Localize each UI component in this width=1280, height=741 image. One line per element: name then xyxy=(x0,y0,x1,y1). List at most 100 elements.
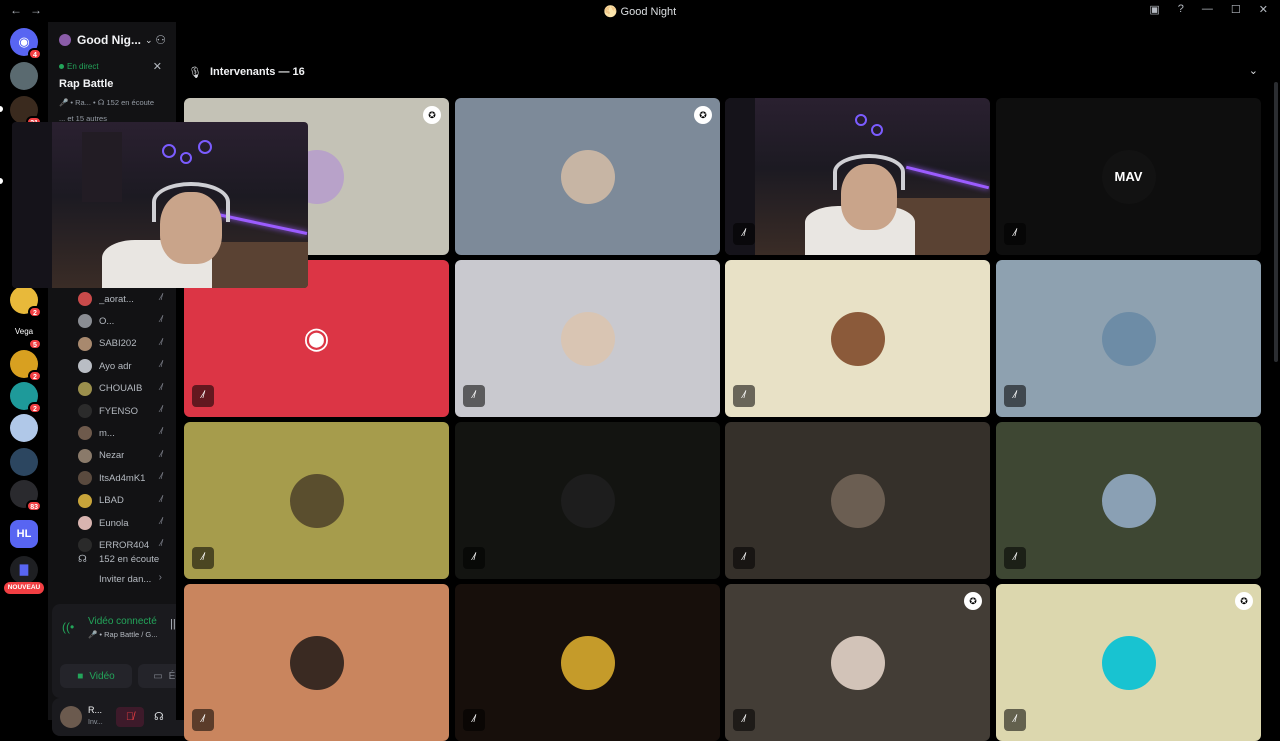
speaker-tile[interactable]: ✪ ⁄̸ xyxy=(725,584,990,741)
mic-muted-icon: ⁄̸ xyxy=(463,709,485,731)
speaker-tile[interactable]: ⁄̸ xyxy=(996,260,1261,417)
dm-avatar[interactable] xyxy=(10,62,38,90)
avatar xyxy=(289,473,344,528)
speaker-tile[interactable]: ⁄̸ xyxy=(455,422,720,579)
avatar xyxy=(78,426,92,441)
mic-muted-icon: ⁄̸ xyxy=(160,381,162,392)
video-button[interactable]: ■ Vidéo xyxy=(60,664,132,688)
avatar-text: MAV xyxy=(1114,168,1143,184)
hl-server-icon[interactable]: HL xyxy=(10,520,38,548)
member-row[interactable]: Ayo adr ⁄̸ xyxy=(78,357,172,375)
new-badge: NOUVEAU xyxy=(4,582,44,594)
voice-status-title[interactable]: Vidéo connecté xyxy=(88,616,157,627)
server-icon[interactable] xyxy=(10,448,38,476)
inbox-icon[interactable]: ▣ xyxy=(1149,3,1159,16)
member-row[interactable]: Nezar ⁄̸ xyxy=(78,447,172,465)
chevron-down-icon[interactable]: ⌄ xyxy=(1249,64,1258,77)
member-row[interactable]: CHOUAIB ⁄̸ xyxy=(78,380,172,398)
mic-muted-icon: ⁄̸ xyxy=(160,426,162,437)
username: R... xyxy=(88,705,103,715)
speaker-tile[interactable]: ✪ xyxy=(455,98,720,255)
member-row[interactable]: _aorat... ⁄̸ xyxy=(78,290,172,308)
avatar xyxy=(78,336,92,351)
headphones-icon[interactable]: ☊ xyxy=(154,707,164,727)
server-icon[interactable] xyxy=(10,414,38,442)
mic-muted-icon: ⁄̸ xyxy=(160,493,162,504)
invite-row[interactable]: Inviter dan... › xyxy=(78,570,172,588)
folder-icon[interactable]: ▇ xyxy=(10,556,38,584)
speaker-tile[interactable]: ⁄̸ xyxy=(725,422,990,579)
member-row[interactable]: FYENSO ⁄̸ xyxy=(78,402,172,420)
server-icon[interactable]: 2 xyxy=(10,350,42,382)
server-icon[interactable]: 2 xyxy=(10,382,42,414)
avatar xyxy=(560,635,615,690)
user-status: Inv... xyxy=(88,719,103,726)
member-row[interactable]: LBAD ⁄̸ xyxy=(78,492,172,510)
maximize-icon[interactable]: ☐ xyxy=(1231,3,1241,16)
server-emoji-icon: 🌕 xyxy=(603,6,618,18)
member-row[interactable]: ItsAd4mK1 ⁄̸ xyxy=(78,469,172,487)
add-member-icon[interactable]: ⚇ xyxy=(155,33,166,47)
vega-server-icon[interactable]: Vega 5 xyxy=(10,318,42,350)
speaker-tile[interactable]: ⁄̸ xyxy=(996,422,1261,579)
member-row[interactable]: m... ⁄̸ xyxy=(78,424,172,442)
server-header[interactable]: Good Nig... ⌄ ⚇ xyxy=(48,22,176,58)
avatar xyxy=(78,314,92,329)
avatar[interactable] xyxy=(60,706,82,728)
unread-pill xyxy=(0,178,3,184)
member-row[interactable]: Eunola ⁄̸ xyxy=(78,514,172,532)
signal-icon[interactable]: ((• xyxy=(62,620,74,634)
mic-muted-icon: ⁄̸ xyxy=(463,385,485,407)
camera-feed xyxy=(12,122,308,288)
minimize-icon[interactable]: — xyxy=(1202,3,1213,16)
avatar xyxy=(1101,311,1156,366)
member-name: FYENSO xyxy=(99,405,139,417)
avatar xyxy=(78,359,92,374)
mic-muted-icon: ⁄̸ xyxy=(733,547,755,569)
member-row[interactable]: O... ⁄̸ xyxy=(78,312,172,330)
server-icon[interactable]: 21 xyxy=(10,96,42,128)
home-badge: 4 xyxy=(28,48,42,60)
server-name: Good Nig... xyxy=(77,33,141,47)
close-icon[interactable]: ✕ xyxy=(153,60,162,73)
member-name: Eunola xyxy=(99,517,129,529)
member-row[interactable]: SABI202 ⁄̸ xyxy=(78,335,172,353)
scrollbar[interactable] xyxy=(1274,82,1278,362)
speaker-tile[interactable]: ⁄̸ xyxy=(184,584,449,741)
mic-muted-icon: ⁄̸ xyxy=(1004,385,1026,407)
mic-muted-icon: ⁄̸ xyxy=(160,292,162,302)
avatar xyxy=(78,381,92,396)
speaker-tile[interactable]: MAV ⁄̸ xyxy=(996,98,1261,255)
stage-card[interactable]: En direct ✕ Rap Battle 🎤 • Ra... • ☊ 152… xyxy=(48,58,176,123)
pip-camera-preview[interactable] xyxy=(12,122,308,288)
help-icon[interactable]: ? xyxy=(1178,3,1184,16)
server-icon[interactable]: 2 xyxy=(10,286,42,318)
member-name: SABI202 xyxy=(99,338,137,350)
stage-subtitle: 🎤 • Ra... • ☊ 152 en écoute xyxy=(59,98,155,107)
chevron-down-icon[interactable]: ⌄ xyxy=(145,35,153,46)
speaker-tile[interactable]: ⁄̸ xyxy=(184,422,449,579)
speaker-tile[interactable]: ⁄̸ xyxy=(455,260,720,417)
speaker-tile[interactable]: ✪ ⁄̸ xyxy=(996,584,1261,741)
new-label: NOUVEAU xyxy=(7,584,41,591)
mic-muted-icon: ⁄̸ xyxy=(160,359,162,370)
mic-muted-icon: ⁄̸ xyxy=(733,385,755,407)
chevron-right-icon: › xyxy=(158,572,162,583)
member-name: Nezar xyxy=(99,450,125,462)
speaker-tile[interactable]: ⁄̸ xyxy=(725,260,990,417)
listeners-row[interactable]: ☊ 152 en écoute xyxy=(78,550,172,568)
close-window-icon[interactable]: ✕ xyxy=(1259,3,1268,16)
headphones-icon: ☊ xyxy=(78,553,87,565)
avatar xyxy=(78,292,92,306)
avatar xyxy=(289,635,344,690)
avatar xyxy=(560,311,615,366)
mic-muted-icon: ⁄̸ xyxy=(160,314,162,325)
speakers-header[interactable]: 🎙 Intervenants — 16 ⌄ xyxy=(176,60,1280,86)
mic-muted-icon: ⁄̸ xyxy=(192,385,214,407)
mic-muted-icon[interactable]: 🎙̸ xyxy=(116,707,144,727)
server-folder-icon[interactable]: 83 xyxy=(10,480,42,512)
speaker-tile[interactable]: ⁄̸ xyxy=(725,98,990,255)
avatar xyxy=(830,311,885,366)
home-discord-icon[interactable]: ◉ 4 xyxy=(10,28,42,60)
speaker-tile[interactable]: ⁄̸ xyxy=(455,584,720,741)
